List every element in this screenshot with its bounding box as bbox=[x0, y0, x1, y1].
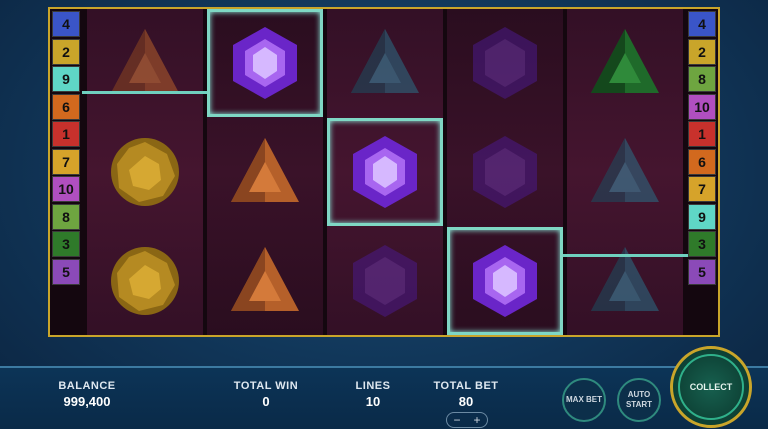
reel-5 bbox=[567, 9, 683, 335]
balance-display: BALANCE 999,400 bbox=[50, 380, 124, 409]
total-win-label: TOTAL WIN bbox=[233, 380, 299, 392]
blue-triangle-gem-icon bbox=[327, 9, 443, 117]
max-bet-button[interactable]: MAX BET bbox=[562, 378, 606, 422]
balance-label: BALANCE bbox=[58, 380, 116, 392]
blue-triangle-gem-icon bbox=[567, 227, 683, 335]
left-line-numbers: 4 2 9 6 1 7 10 8 3 5 bbox=[52, 11, 80, 286]
line-number-right[interactable]: 7 bbox=[688, 176, 716, 202]
line-number-left[interactable]: 1 bbox=[52, 121, 80, 147]
reels-area bbox=[48, 7, 720, 337]
collect-button[interactable]: COLLECT bbox=[670, 346, 752, 428]
orange-triangle-gem-icon bbox=[207, 118, 323, 226]
line-number-right[interactable]: 10 bbox=[688, 93, 716, 120]
right-line-numbers: 4 2 8 10 1 6 7 9 3 5 bbox=[688, 11, 716, 286]
line-number-left[interactable]: 9 bbox=[52, 66, 80, 92]
win-line-segment-left bbox=[82, 91, 207, 94]
decrease-bet-button[interactable]: − bbox=[453, 414, 460, 426]
line-number-right[interactable]: 4 bbox=[688, 11, 716, 37]
line-number-left[interactable]: 10 bbox=[52, 176, 80, 202]
line-number-left[interactable]: 5 bbox=[52, 258, 80, 285]
yellow-round-gem-icon bbox=[87, 227, 203, 335]
bet-stepper: − + bbox=[446, 412, 488, 428]
total-win-display: TOTAL WIN 0 bbox=[226, 380, 306, 409]
lines-label: LINES bbox=[355, 380, 391, 392]
total-bet-value: 80 bbox=[458, 394, 474, 409]
line-number-left[interactable]: 8 bbox=[52, 203, 80, 230]
green-triangle-gem-icon bbox=[567, 9, 683, 117]
purple-hexagon-gem-icon bbox=[327, 118, 443, 226]
blue-triangle-gem-icon bbox=[567, 118, 683, 226]
balance-value: 999,400 bbox=[63, 394, 111, 409]
reel-3 bbox=[327, 9, 443, 335]
auto-start-button[interactable]: AUTO START bbox=[617, 378, 661, 422]
win-line-segment-right bbox=[563, 254, 693, 257]
purple-hexagon-gem-icon bbox=[207, 9, 323, 117]
line-number-right[interactable]: 6 bbox=[688, 148, 716, 175]
reel-1 bbox=[87, 9, 203, 335]
control-bar: BALANCE 999,400 TOTAL WIN 0 LINES 10 TOT… bbox=[0, 366, 768, 429]
purple-hexagon-gem-icon bbox=[327, 227, 443, 335]
purple-hexagon-gem-icon bbox=[447, 118, 563, 226]
line-number-left[interactable]: 4 bbox=[52, 11, 80, 37]
orange-triangle-gem-icon bbox=[87, 9, 203, 117]
total-bet-display: TOTAL BET 80 bbox=[428, 380, 504, 409]
line-number-right[interactable]: 5 bbox=[688, 258, 716, 285]
lines-value: 10 bbox=[365, 394, 381, 409]
total-win-value: 0 bbox=[262, 394, 270, 409]
line-number-left[interactable]: 6 bbox=[52, 93, 80, 120]
collect-label: COLLECT bbox=[678, 354, 744, 420]
purple-hexagon-gem-icon bbox=[447, 227, 563, 335]
line-number-right[interactable]: 2 bbox=[688, 38, 716, 65]
increase-bet-button[interactable]: + bbox=[473, 414, 480, 426]
line-number-left[interactable]: 2 bbox=[52, 38, 80, 65]
reel-4 bbox=[447, 9, 563, 335]
line-number-right[interactable]: 8 bbox=[688, 66, 716, 92]
reel-2 bbox=[207, 9, 323, 335]
line-number-right[interactable]: 3 bbox=[688, 231, 716, 257]
yellow-round-gem-icon bbox=[87, 118, 203, 226]
line-number-right[interactable]: 9 bbox=[688, 203, 716, 230]
line-number-right[interactable]: 1 bbox=[688, 121, 716, 147]
total-bet-label: TOTAL BET bbox=[433, 380, 499, 392]
lines-display: LINES 10 bbox=[346, 380, 400, 409]
orange-triangle-gem-icon bbox=[207, 227, 323, 335]
line-number-left[interactable]: 7 bbox=[52, 148, 80, 175]
purple-hexagon-gem-icon bbox=[447, 9, 563, 117]
line-number-left[interactable]: 3 bbox=[52, 231, 80, 257]
